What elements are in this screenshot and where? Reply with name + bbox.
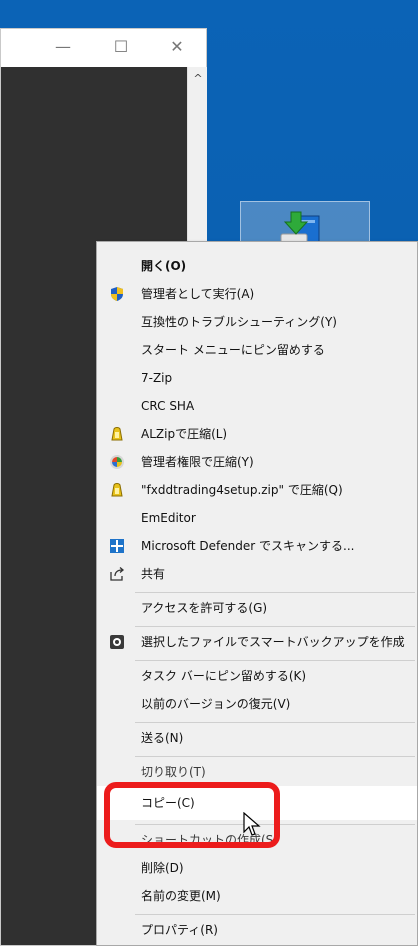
menu-item-label: 削除(D) bbox=[141, 861, 184, 875]
menu-item-label: タスク バーにピン留めする(K) bbox=[141, 669, 307, 683]
menu-item-label: "fxddtrading4setup.zip" で圧縮(Q) bbox=[141, 483, 343, 497]
maximize-button[interactable]: ☐ bbox=[111, 37, 131, 57]
menu-item-label: 共有 bbox=[141, 567, 166, 581]
scroll-up-arrow-icon[interactable]: ^ bbox=[192, 73, 204, 85]
menu-item-compress-to-zip[interactable]: "fxddtrading4setup.zip" で圧縮(Q) bbox=[97, 476, 417, 504]
menu-item-smart-backup[interactable]: 選択したファイルでスマートバックアップを作成 bbox=[97, 628, 417, 656]
menu-separator bbox=[135, 626, 415, 627]
alzip-admin-icon bbox=[110, 455, 124, 469]
uac-shield-icon bbox=[111, 287, 123, 301]
menu-item-admin-compress[interactable]: 管理者権限で圧縮(Y) bbox=[97, 448, 417, 476]
menu-item-share[interactable]: 共有 bbox=[97, 560, 417, 588]
menu-item-label: ALZipで圧縮(L) bbox=[141, 427, 228, 441]
menu-item-compat-troubleshoot[interactable]: 互換性のトラブルシューティング(Y) bbox=[97, 308, 417, 336]
menu-item-restore-previous[interactable]: 以前のバージョンの復元(V) bbox=[97, 690, 417, 718]
menu-item-pin-taskbar[interactable]: タスク バーにピン留めする(K) bbox=[97, 662, 417, 690]
menu-separator bbox=[135, 660, 415, 661]
menu-item-label: プロパティ(R) bbox=[141, 923, 218, 937]
menu-item-send-to[interactable]: 送る(N) bbox=[97, 724, 417, 752]
menu-item-pin-start[interactable]: スタート メニューにピン留めする bbox=[97, 336, 417, 364]
menu-item-label: 開く(O) bbox=[141, 259, 187, 273]
minimize-button[interactable]: — bbox=[53, 37, 73, 57]
menu-item-rename[interactable]: 名前の変更(M) bbox=[97, 882, 417, 910]
menu-separator bbox=[135, 592, 415, 593]
menu-separator bbox=[135, 756, 415, 757]
close-button[interactable]: ✕ bbox=[167, 37, 187, 57]
menu-item-grant-access[interactable]: アクセスを許可する(G) bbox=[97, 594, 417, 622]
menu-item-alzip-compress[interactable]: ALZipで圧縮(L) bbox=[97, 420, 417, 448]
backup-icon bbox=[110, 635, 124, 649]
menu-separator bbox=[135, 914, 415, 915]
share-icon bbox=[110, 567, 125, 581]
menu-item-label: 互換性のトラブルシューティング(Y) bbox=[141, 315, 337, 329]
menu-item-label: 選択したファイルでスマートバックアップを作成 bbox=[141, 635, 405, 649]
menu-item-label: 管理者として実行(A) bbox=[141, 287, 255, 301]
menu-item-properties[interactable]: プロパティ(R) bbox=[97, 916, 417, 944]
menu-item-run-as-admin[interactable]: 管理者として実行(A) bbox=[97, 280, 417, 308]
menu-item-label: CRC SHA bbox=[141, 399, 195, 413]
menu-item-label: EmEditor bbox=[141, 511, 196, 525]
menu-item-label: 管理者権限で圧縮(Y) bbox=[141, 455, 254, 469]
mouse-cursor-icon bbox=[243, 812, 261, 836]
menu-item-label: 以前のバージョンの復元(V) bbox=[141, 697, 291, 711]
menu-item-delete[interactable]: 削除(D) bbox=[97, 854, 417, 882]
menu-item-label: 名前の変更(M) bbox=[141, 889, 221, 903]
menu-item-label: 送る(N) bbox=[141, 731, 184, 745]
menu-item-7zip[interactable]: 7-Zip bbox=[97, 364, 417, 392]
window-titlebar[interactable]: — ☐ ✕ bbox=[1, 29, 206, 67]
defender-icon bbox=[110, 539, 124, 553]
menu-item-open[interactable]: 開く(O) bbox=[97, 252, 417, 280]
menu-item-emeditor[interactable]: EmEditor bbox=[97, 504, 417, 532]
alzip-icon bbox=[111, 427, 123, 441]
menu-item-label: 7-Zip bbox=[141, 371, 173, 385]
menu-separator bbox=[135, 722, 415, 723]
menu-item-label: Microsoft Defender でスキャンする... bbox=[141, 539, 355, 553]
menu-item-label: スタート メニューにピン留めする bbox=[141, 343, 325, 357]
menu-item-crc-sha[interactable]: CRC SHA bbox=[97, 392, 417, 420]
menu-item-defender-scan[interactable]: Microsoft Defender でスキャンする... bbox=[97, 532, 417, 560]
alzip-icon bbox=[111, 483, 123, 497]
menu-item-label: アクセスを許可する(G) bbox=[141, 601, 268, 615]
